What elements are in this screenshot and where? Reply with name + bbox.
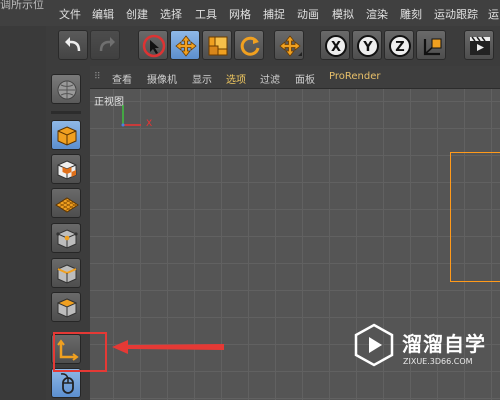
svg-text:Y: Y: [362, 40, 373, 55]
undo-icon[interactable]: [58, 30, 88, 60]
z-axis-icon[interactable]: Z: [384, 30, 414, 60]
menu-select[interactable]: 选择: [160, 6, 182, 22]
svg-text:Z: Z: [395, 40, 404, 55]
viewport-menu-display[interactable]: 显示: [192, 71, 212, 86]
edges-mode-icon[interactable]: [51, 258, 81, 288]
viewport-menu-filter[interactable]: 过滤: [260, 71, 280, 86]
svg-text:X: X: [331, 40, 341, 55]
menu-snap[interactable]: 捕捉: [263, 6, 285, 22]
polygons-mode-icon[interactable]: [51, 292, 81, 322]
x-axis-icon[interactable]: X: [320, 30, 350, 60]
selected-object-outline[interactable]: [450, 152, 500, 282]
texture-mode-icon[interactable]: [51, 154, 81, 184]
menu-mesh[interactable]: 网格: [229, 6, 251, 22]
axis-gizmo: [121, 105, 141, 127]
viewport-menu-options[interactable]: 选项: [226, 71, 246, 86]
annotation-arrow: [112, 340, 224, 354]
live-select-icon[interactable]: [138, 30, 168, 60]
menu-tools[interactable]: 工具: [195, 6, 217, 22]
window-title-fragment: 调所示位: [0, 0, 44, 11]
tweak-mode-icon[interactable]: [51, 368, 81, 398]
watermark-logo: [354, 323, 394, 367]
move-icon[interactable]: [170, 30, 200, 60]
menu-motion-tracking[interactable]: 运动跟踪: [434, 6, 478, 22]
model-mode-icon[interactable]: [51, 120, 81, 150]
menu-create[interactable]: 创建: [126, 6, 148, 22]
menu-sculpt[interactable]: 雕刻: [400, 6, 422, 22]
viewport-menu-cameras[interactable]: 摄像机: [147, 71, 177, 86]
workplane-mode-icon[interactable]: [51, 188, 81, 218]
menu-overflow[interactable]: 运: [488, 6, 499, 22]
palette-separator: [51, 111, 81, 114]
scale-icon[interactable]: [202, 30, 232, 60]
display-mode-icon[interactable]: [51, 74, 81, 104]
main-toolbar: X Y Z: [46, 26, 500, 67]
grip-icon[interactable]: ⠿: [94, 72, 101, 82]
coordinate-system-icon[interactable]: [416, 30, 446, 60]
watermark-title: 溜溜自学: [402, 332, 486, 356]
rotate-icon[interactable]: [234, 30, 264, 60]
menu-render[interactable]: 渲染: [366, 6, 388, 22]
annotation-highlight-box: [53, 332, 107, 372]
viewport-menu-bar: ⠿ 查看 摄像机 显示 选项 过滤 面板 ProRender: [90, 66, 500, 89]
menu-animate[interactable]: 动画: [297, 6, 319, 22]
menu-bar: 调所示位 文件 编辑 创建 选择 工具 网格 捕捉 动画 模拟 渲染 雕刻 运动…: [0, 0, 500, 26]
recent-tools-icon[interactable]: [274, 30, 304, 60]
render-view-icon[interactable]: [464, 30, 494, 60]
redo-icon[interactable]: [90, 30, 120, 60]
menu-edit[interactable]: 编辑: [92, 6, 114, 22]
viewport-menu-view[interactable]: 查看: [112, 71, 132, 86]
axis-x-label: X: [146, 119, 153, 129]
watermark-url: ZIXUE.3D66.COM: [403, 357, 473, 366]
menu-simulate[interactable]: 模拟: [332, 6, 354, 22]
y-axis-icon[interactable]: Y: [352, 30, 382, 60]
menu-file[interactable]: 文件: [59, 6, 81, 22]
viewport-menu-prorender[interactable]: ProRender: [329, 71, 380, 82]
viewport-menu-panel[interactable]: 面板: [295, 71, 315, 86]
points-mode-icon[interactable]: [51, 223, 81, 253]
